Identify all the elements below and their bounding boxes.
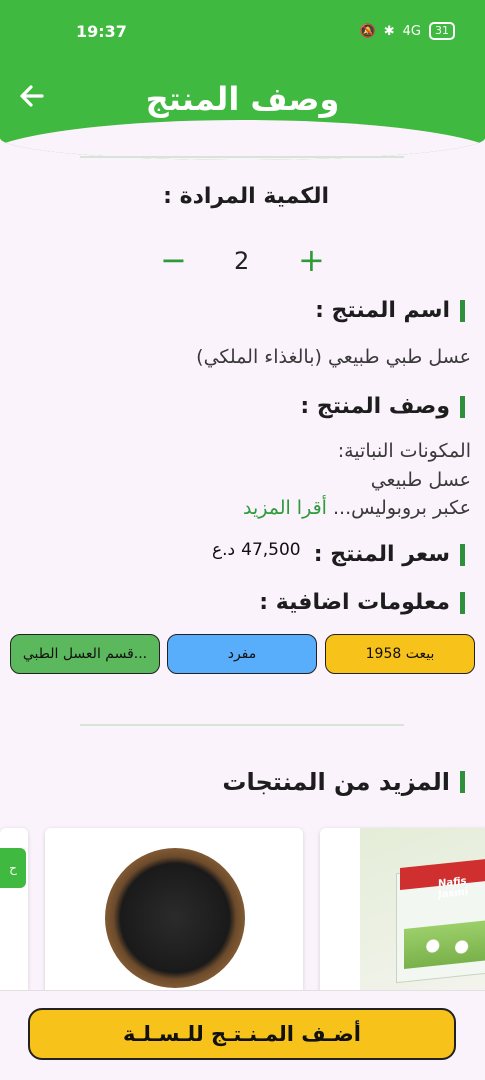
product-card[interactable]: Nafis Jasmi <box>320 828 485 1008</box>
signal-icon: 4G <box>402 23 421 39</box>
mute-icon: 🔕 <box>359 23 376 39</box>
status-bar: 19:37 🔕 ✱ 4G 31 <box>0 0 485 62</box>
status-time: 19:37 <box>76 22 127 41</box>
product-name-value: عسل طبي طبيعي (بالغذاء الملكي) <box>196 346 471 368</box>
description-label: وصف المنتج : <box>300 394 450 419</box>
more-products-title: المزيد من المنتجات <box>222 768 450 796</box>
battery-icon: 31 <box>429 22 455 40</box>
quantity-value: 2 <box>234 247 250 275</box>
section-marker <box>460 771 465 793</box>
sold-count-chip[interactable]: بيعت 1958 <box>325 634 475 674</box>
product-name-heading: اسم المنتج : <box>315 298 465 323</box>
product-card-tab[interactable]: ح <box>0 848 26 888</box>
more-products-heading: المزيد من المنتجات <box>222 768 465 796</box>
quantity-stepper: − 2 + <box>160 244 330 279</box>
read-more-link[interactable]: أقرا المزيد <box>243 497 327 519</box>
section-marker <box>460 543 465 566</box>
section-marker <box>460 395 465 418</box>
footer-bar: أضـف المـنـتـج للـسـلـة <box>0 990 485 1080</box>
price-amount: 47,500 <box>241 540 301 560</box>
price-label: سعر المنتج : <box>313 542 450 567</box>
divider <box>80 724 404 726</box>
section-marker <box>460 591 465 614</box>
section-chip[interactable]: قسم العسل الطبي... <box>10 634 160 674</box>
quantity-label: الكمية المرادة : <box>163 184 329 209</box>
price-currency: د.ع <box>212 540 236 560</box>
add-to-cart-button[interactable]: أضـف المـنـتـج للـسـلـة <box>28 1008 456 1060</box>
product-name-label: اسم المنتج : <box>315 298 450 323</box>
section-marker <box>460 299 465 322</box>
black-seed-bowl-image <box>105 848 245 988</box>
bluetooth-icon: ✱ <box>383 23 395 39</box>
price-heading: سعر المنتج : <box>314 542 465 567</box>
single-chip[interactable]: مفرد <box>167 634 317 674</box>
extra-info-heading: معلومات اضافية : <box>259 590 465 615</box>
status-icons: 🔕 ✱ 4G 31 <box>360 22 455 40</box>
description-line-3: عكبر بروبوليس... أقرا المزيد <box>243 497 471 519</box>
increase-button[interactable]: + <box>298 244 325 276</box>
decrease-button[interactable]: − <box>160 244 187 276</box>
product-box-image: Nafis Jasmi <box>360 828 485 1008</box>
divider <box>80 156 404 158</box>
extra-info-label: معلومات اضافية : <box>259 590 450 615</box>
price-value: د.ع 47,500 <box>212 540 301 560</box>
description-snippet: عكبر بروبوليس... <box>332 497 471 519</box>
description-line-1: المكونات النباتية: <box>337 440 471 462</box>
page-title: وصف المنتج <box>145 80 340 118</box>
description-line-2: عسل طبيعي <box>370 469 471 491</box>
product-card[interactable] <box>45 828 303 1008</box>
description-heading: وصف المنتج : <box>300 394 465 419</box>
